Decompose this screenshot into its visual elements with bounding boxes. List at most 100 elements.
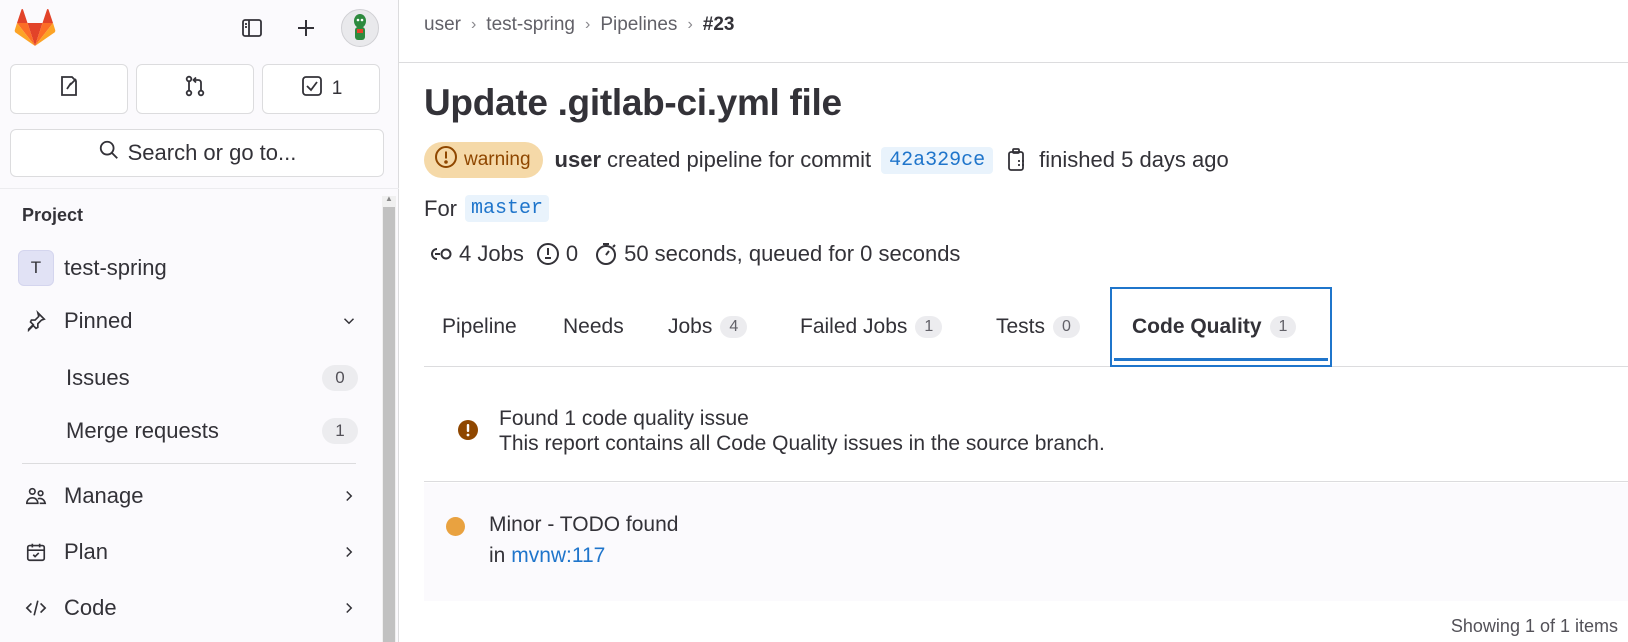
breadcrumb-item-pipelines[interactable]: Pipelines xyxy=(600,14,677,36)
timer-icon xyxy=(594,242,618,266)
tab-label: Needs xyxy=(563,315,624,338)
issues-count-badge: 0 xyxy=(322,365,358,391)
issues-icon xyxy=(57,74,81,104)
duration-text: 50 seconds, queued for 0 seconds xyxy=(624,241,961,266)
sidebar-item-label: Plan xyxy=(64,539,109,564)
sidebar-item-pinned[interactable]: Pinned xyxy=(14,298,372,344)
search-button[interactable]: Search or go to... xyxy=(10,129,384,177)
tab-label: Tests xyxy=(996,315,1046,338)
nav-divider xyxy=(22,463,356,464)
plus-icon[interactable] xyxy=(288,10,324,46)
jobs-count-text: 4 Jobs xyxy=(459,241,524,266)
pagination-summary: Showing 1 of 1 items xyxy=(1450,616,1618,636)
gitlab-logo-icon[interactable] xyxy=(14,8,56,48)
issues-quick-button[interactable] xyxy=(10,64,128,114)
scroll-up-arrow-icon[interactable]: ▲ xyxy=(383,194,395,204)
tab-label: Jobs xyxy=(668,315,713,338)
tab-pipeline[interactable]: Pipeline xyxy=(442,287,517,367)
tab-count-badge: 1 xyxy=(915,316,943,338)
pipeline-author[interactable]: user xyxy=(555,147,601,173)
chevron-right-icon: › xyxy=(470,16,477,33)
tab-count-badge: 1 xyxy=(1269,316,1297,338)
warning-solid-icon xyxy=(457,419,479,446)
tab-label: Failed Jobs xyxy=(800,315,908,338)
sidebar-item-label: Manage xyxy=(64,483,144,508)
issue-title: Minor - TODO found xyxy=(489,513,679,536)
warning-icon xyxy=(434,145,458,175)
todo-checkbox-icon xyxy=(300,74,324,104)
sidebar-item-code[interactable]: Code xyxy=(14,585,372,631)
branch-link[interactable]: master xyxy=(465,195,550,222)
merge-request-icon xyxy=(183,74,207,104)
chevron-right-icon xyxy=(340,485,358,511)
tab-label: Code Quality xyxy=(1132,315,1262,338)
sidebar-item-label: Issues xyxy=(66,365,130,390)
tab-label: Pipeline xyxy=(442,315,517,338)
code-quality-summary: Found 1 code quality issue This report c… xyxy=(424,367,1628,482)
pin-icon xyxy=(16,310,56,332)
in-label: in xyxy=(489,544,506,567)
issue-file-link[interactable]: mvnw:117 xyxy=(511,544,605,567)
tab-jobs[interactable]: Jobs 4 xyxy=(668,287,748,367)
tab-failed-jobs[interactable]: Failed Jobs 1 xyxy=(800,287,943,367)
users-icon xyxy=(16,485,56,507)
sidebar-item-manage[interactable]: Manage xyxy=(14,473,372,519)
header-divider xyxy=(399,62,1628,63)
user-avatar[interactable] xyxy=(341,9,379,47)
chevron-right-icon xyxy=(340,541,358,567)
created-text: created pipeline for commit xyxy=(607,147,872,172)
summary-description: This report contains all Code Quality is… xyxy=(499,432,1105,455)
sidebar: 1 Search or go to... ▲ Project T test-sp… xyxy=(0,0,399,642)
for-label: For xyxy=(424,195,457,221)
tab-needs[interactable]: Needs xyxy=(563,287,624,367)
search-icon xyxy=(98,139,120,167)
code-quality-issue-row[interactable]: Minor - TODO found in mvnw:117 xyxy=(424,483,1628,601)
search-placeholder: Search or go to... xyxy=(127,140,297,165)
chevron-right-icon: › xyxy=(585,16,591,33)
sidebar-item-plan[interactable]: Plan xyxy=(14,529,372,575)
duration-icon xyxy=(536,242,560,266)
breadcrumb: user › test-spring › Pipelines › #23 xyxy=(424,14,734,36)
severity-minor-icon xyxy=(446,517,465,536)
sidebar-scrollbar-thumb[interactable] xyxy=(383,207,395,642)
section-label-project: Project xyxy=(22,205,84,225)
commit-sha-link[interactable]: 42a329ce xyxy=(881,146,994,174)
page-title: Update .gitlab-ci.yml file xyxy=(424,82,842,123)
sidebar-item-project[interactable]: T test-spring xyxy=(14,245,372,291)
pipeline-tabs: Pipeline Needs Jobs 4 Failed Jobs 1 Test… xyxy=(424,287,1628,367)
main-content: user › test-spring › Pipelines › #23 Upd… xyxy=(399,0,1628,642)
sidebar-toggle-icon[interactable] xyxy=(234,10,270,46)
breadcrumb-item-project[interactable]: test-spring xyxy=(486,14,575,36)
project-name: test-spring xyxy=(64,255,167,280)
branch-row: For master xyxy=(424,195,550,222)
pipeline-meta: warning user created pipeline for commit… xyxy=(424,142,1229,178)
merge-requests-quick-button[interactable] xyxy=(136,64,254,114)
tab-count-badge: 4 xyxy=(720,316,748,338)
sidebar-item-label: Merge requests xyxy=(66,418,219,443)
sidebar-item-issues[interactable]: Issues 0 xyxy=(14,355,372,401)
chevron-right-icon: › xyxy=(687,16,693,33)
tab-tests[interactable]: Tests 0 xyxy=(996,287,1080,367)
breadcrumb-current[interactable]: #23 xyxy=(703,14,735,36)
status-badge-label: warning xyxy=(464,149,531,170)
calendar-icon xyxy=(16,541,56,563)
pipeline-jobs-icon xyxy=(427,243,453,265)
code-icon xyxy=(16,597,56,619)
duration-count: 0 xyxy=(565,241,579,266)
status-badge[interactable]: warning xyxy=(424,142,543,178)
breadcrumb-item-user[interactable]: user xyxy=(424,14,461,36)
sidebar-divider xyxy=(0,188,399,189)
tab-code-quality[interactable]: Code Quality 1 xyxy=(1110,287,1332,367)
copy-clipboard-icon[interactable] xyxy=(1005,147,1029,173)
tab-count-badge: 0 xyxy=(1053,316,1080,338)
issue-location: in mvnw:117 xyxy=(489,544,605,568)
summary-title: Found 1 code quality issue xyxy=(499,407,749,430)
todos-quick-button[interactable]: 1 xyxy=(262,64,380,114)
pinned-label: Pinned xyxy=(64,308,133,333)
finished-text: finished 5 days ago xyxy=(1039,147,1229,172)
sidebar-item-merge-requests[interactable]: Merge requests 1 xyxy=(14,408,372,454)
sidebar-item-label: Code xyxy=(64,595,117,620)
todo-count: 1 xyxy=(331,78,343,99)
pipeline-stats: 4 Jobs 0 50 seconds, queued for 0 second… xyxy=(427,241,960,267)
chevron-down-icon xyxy=(340,310,358,336)
